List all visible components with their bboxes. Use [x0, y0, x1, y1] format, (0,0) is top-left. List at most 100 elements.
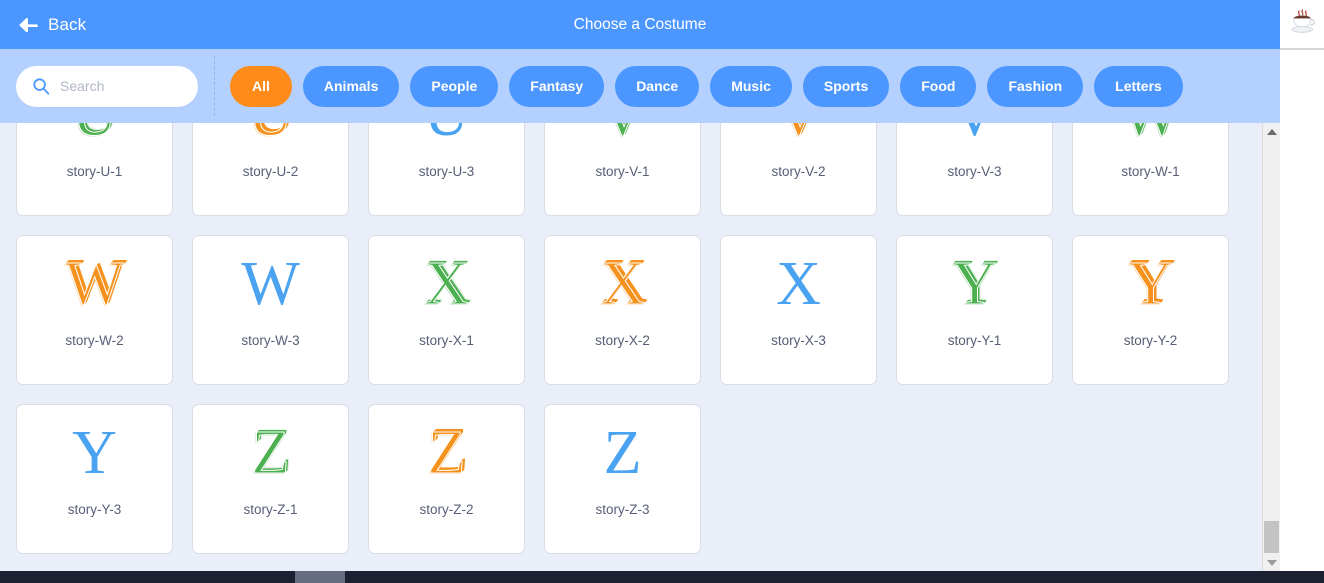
costume-label: story-V-3 — [947, 164, 1002, 179]
costume-thumbnail: W — [193, 236, 348, 332]
rail-divider — [1280, 48, 1324, 50]
search-input[interactable] — [60, 78, 180, 94]
costume-letter-glyph: Y — [72, 419, 117, 487]
costume-grid-viewport: Ustory-U-1Ustory-U-2Ustory-U-3Vstory-V-1… — [0, 123, 1262, 571]
costume-letter-glyph: U — [248, 123, 294, 147]
category-tab-list: All Animals People Fantasy Dance Music Sports F… — [230, 65, 1183, 107]
costume-letter-glyph: U — [72, 123, 118, 147]
category-tab-music[interactable]: Music — [710, 65, 792, 107]
costume-letter-glyph: Z — [251, 419, 290, 487]
costume-label: story-U-2 — [242, 164, 299, 179]
costume-label: story-X-1 — [419, 333, 474, 348]
back-label: Back — [48, 14, 87, 34]
costume-thumbnail: V — [897, 123, 1052, 163]
vertical-scrollbar-thumb[interactable] — [1264, 521, 1279, 553]
costume-thumbnail: Y — [17, 405, 172, 501]
filter-divider — [214, 56, 215, 116]
horizontal-scrollbar[interactable] — [0, 571, 1324, 583]
costume-label: story-W-2 — [65, 333, 124, 348]
costume-thumbnail: Z — [369, 405, 524, 501]
costume-card[interactable]: Zstory-Z-3 — [544, 404, 701, 554]
costume-selector-panel: Back Choose a Costume AllAnimalsPeopleFa… — [0, 0, 1280, 571]
costume-letter-glyph: V — [776, 123, 822, 147]
costume-label: story-Y-2 — [1123, 333, 1178, 348]
costume-letter-glyph: W — [65, 250, 125, 318]
costume-thumbnail: U — [193, 123, 348, 163]
costume-letter-glyph: Y — [952, 250, 998, 318]
category-tab-sports[interactable]: Sports — [802, 65, 890, 107]
costume-label: story-Z-2 — [419, 502, 474, 517]
costume-letter-glyph: Y — [1128, 250, 1174, 318]
costume-letter-glyph: Z — [427, 419, 466, 487]
costume-card[interactable]: Ystory-Y-1 — [896, 235, 1053, 385]
costume-label: story-V-2 — [771, 164, 826, 179]
costume-thumbnail: X — [545, 236, 700, 332]
back-button[interactable]: Back — [17, 15, 86, 35]
costume-card[interactable]: Xstory-X-2 — [544, 235, 701, 385]
category-tab-fantasy[interactable]: Fantasy — [509, 65, 605, 107]
costume-thumbnail: W — [1073, 123, 1228, 163]
category-tab-people[interactable]: People — [410, 65, 499, 107]
costume-card[interactable]: Zstory-Z-2 — [368, 404, 525, 554]
costume-label: story-W-1 — [1121, 164, 1180, 179]
page-title: Choose a Costume — [573, 15, 707, 33]
caret-down-icon[interactable] — [1263, 554, 1280, 571]
costume-label: story-Y-1 — [947, 333, 1002, 348]
costume-thumbnail: V — [545, 123, 700, 163]
costume-thumbnail: X — [369, 236, 524, 332]
costume-card[interactable]: Xstory-X-1 — [368, 235, 525, 385]
costume-card[interactable]: Zstory-Z-1 — [192, 404, 349, 554]
caret-up-icon[interactable] — [1263, 123, 1280, 140]
search-icon — [32, 77, 50, 95]
costume-card[interactable]: Xstory-X-3 — [720, 235, 877, 385]
costume-label: story-X-3 — [771, 333, 826, 348]
horizontal-scrollbar-thumb[interactable] — [295, 571, 345, 583]
vertical-scrollbar[interactable] — [1262, 123, 1280, 571]
application-window: Back Choose a Costume AllAnimalsPeopleFa… — [0, 0, 1324, 583]
category-tab-food[interactable]: Food — [900, 65, 977, 107]
category-tab-fashion[interactable]: Fashion — [987, 65, 1084, 107]
costume-card[interactable]: Ystory-Y-2 — [1072, 235, 1229, 385]
costume-card[interactable]: Wstory-W-1 — [1072, 123, 1229, 216]
costume-thumbnail: U — [17, 123, 172, 163]
costume-thumbnail: Y — [897, 236, 1052, 332]
search-box[interactable] — [16, 65, 198, 107]
costume-thumbnail: Z — [545, 405, 700, 501]
costume-card[interactable]: Ystory-Y-3 — [16, 404, 173, 554]
category-tab-animals[interactable]: Animals — [302, 65, 400, 107]
category-tab-dance[interactable]: Dance — [615, 65, 700, 107]
costume-card[interactable]: Vstory-V-1 — [544, 123, 701, 216]
costume-label: story-Z-1 — [243, 502, 298, 517]
costume-letter-glyph: V — [952, 123, 997, 146]
costume-label: story-Z-3 — [595, 502, 650, 517]
costume-card[interactable]: Wstory-W-2 — [16, 235, 173, 385]
costume-label: story-U-1 — [66, 164, 123, 179]
costume-thumbnail: X — [721, 236, 876, 332]
costume-thumbnail: U — [369, 123, 524, 163]
costume-label: story-W-3 — [241, 333, 300, 348]
java-coffee-cup-icon[interactable] — [1287, 8, 1317, 36]
costume-card[interactable]: Vstory-V-3 — [896, 123, 1053, 216]
costume-letter-glyph: X — [424, 250, 470, 318]
category-tab-letters[interactable]: Letters — [1094, 65, 1183, 107]
costume-label: story-Y-3 — [67, 502, 122, 517]
costume-letter-glyph: X — [776, 250, 821, 318]
costume-label: story-V-1 — [595, 164, 650, 179]
costume-thumbnail: W — [17, 236, 172, 332]
costume-letter-glyph: V — [600, 123, 646, 147]
costume-letter-glyph: Z — [603, 419, 642, 487]
costume-thumbnail: Y — [1073, 236, 1228, 332]
costume-card[interactable]: Ustory-U-1 — [16, 123, 173, 216]
costume-label: story-U-3 — [418, 164, 475, 179]
right-rail — [1280, 0, 1324, 583]
costume-letter-glyph: W — [1121, 123, 1181, 147]
costume-card[interactable]: Ustory-U-2 — [192, 123, 349, 216]
costume-card[interactable]: Vstory-V-2 — [720, 123, 877, 216]
costume-letter-glyph: W — [241, 250, 300, 318]
category-tab-all[interactable]: All — [230, 65, 292, 107]
arrow-left-icon — [17, 16, 39, 34]
costume-letter-glyph: U — [424, 123, 469, 146]
costume-card[interactable]: Wstory-W-3 — [192, 235, 349, 385]
costume-card[interactable]: Ustory-U-3 — [368, 123, 525, 216]
filter-bar: AllAnimalsPeopleFantasyDanceMusicSportsF… — [0, 49, 1280, 123]
